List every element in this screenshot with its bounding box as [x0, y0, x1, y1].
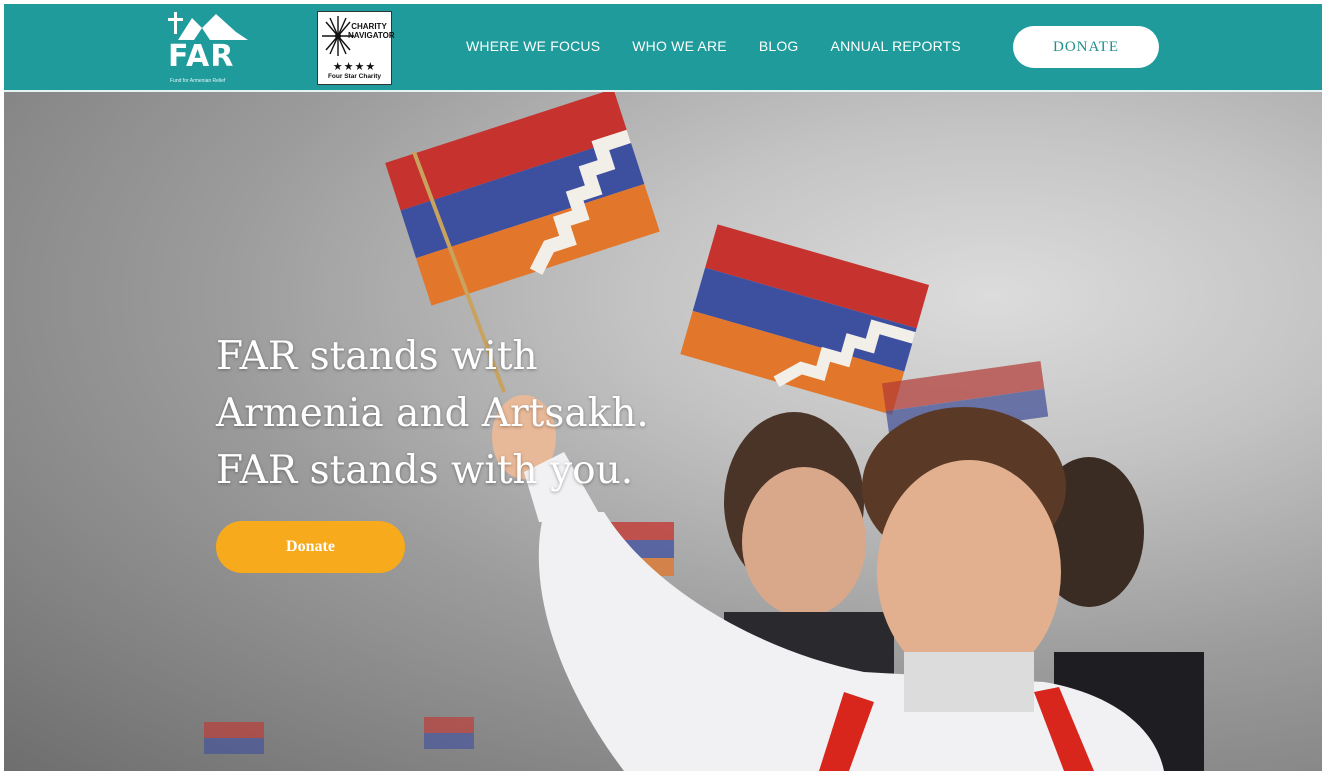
headline-line-3: FAR stands with you. — [216, 448, 634, 493]
nav-annual-reports[interactable]: ANNUAL REPORTS — [831, 38, 961, 54]
logo-wordmark: FAR — [168, 39, 235, 74]
header-donate-button[interactable]: DONATE — [1013, 26, 1159, 68]
headline-line-1: FAR stands with — [216, 334, 538, 379]
top-navigation-bar: FAR Fund for Armenian Relief CHARITY NAV… — [4, 4, 1322, 92]
hero-donate-button[interactable]: Donate — [216, 521, 405, 573]
page-frame: FAR Fund for Armenian Relief CHARITY NAV… — [4, 4, 1322, 771]
charity-navigator-badge[interactable]: CHARITY NAVIGATOR ★★★★ Four Star Charity — [317, 11, 395, 85]
flag-image — [385, 92, 660, 306]
hero-banner: FAR stands with Armenia and Artsakh. FAR… — [4, 92, 1322, 771]
charity-navigator-label: CHARITY NAVIGATOR — [348, 22, 395, 40]
rating-text: Four Star Charity — [327, 73, 382, 80]
badge-line-1: CHARITY — [351, 22, 387, 31]
logo-subtitle: Fund for Armenian Relief — [170, 78, 226, 84]
main-menu: WHERE WE FOCUS WHO WE ARE BLOG ANNUAL RE… — [466, 38, 993, 54]
nav-where-we-focus[interactable]: WHERE WE FOCUS — [466, 38, 600, 54]
flag-image — [204, 717, 474, 754]
far-logo[interactable]: FAR Fund for Armenian Relief — [164, 10, 248, 88]
nav-blog[interactable]: BLOG — [759, 38, 799, 54]
nav-who-we-are[interactable]: WHO WE ARE — [632, 38, 727, 54]
hero-headline: FAR stands with Armenia and Artsakh. FAR… — [216, 328, 776, 499]
badge-line-2: NAVIGATOR — [348, 31, 395, 40]
rating-stars-icon: ★★★★ — [332, 61, 377, 73]
headline-line-2: Armenia and Artsakh. — [216, 391, 649, 436]
